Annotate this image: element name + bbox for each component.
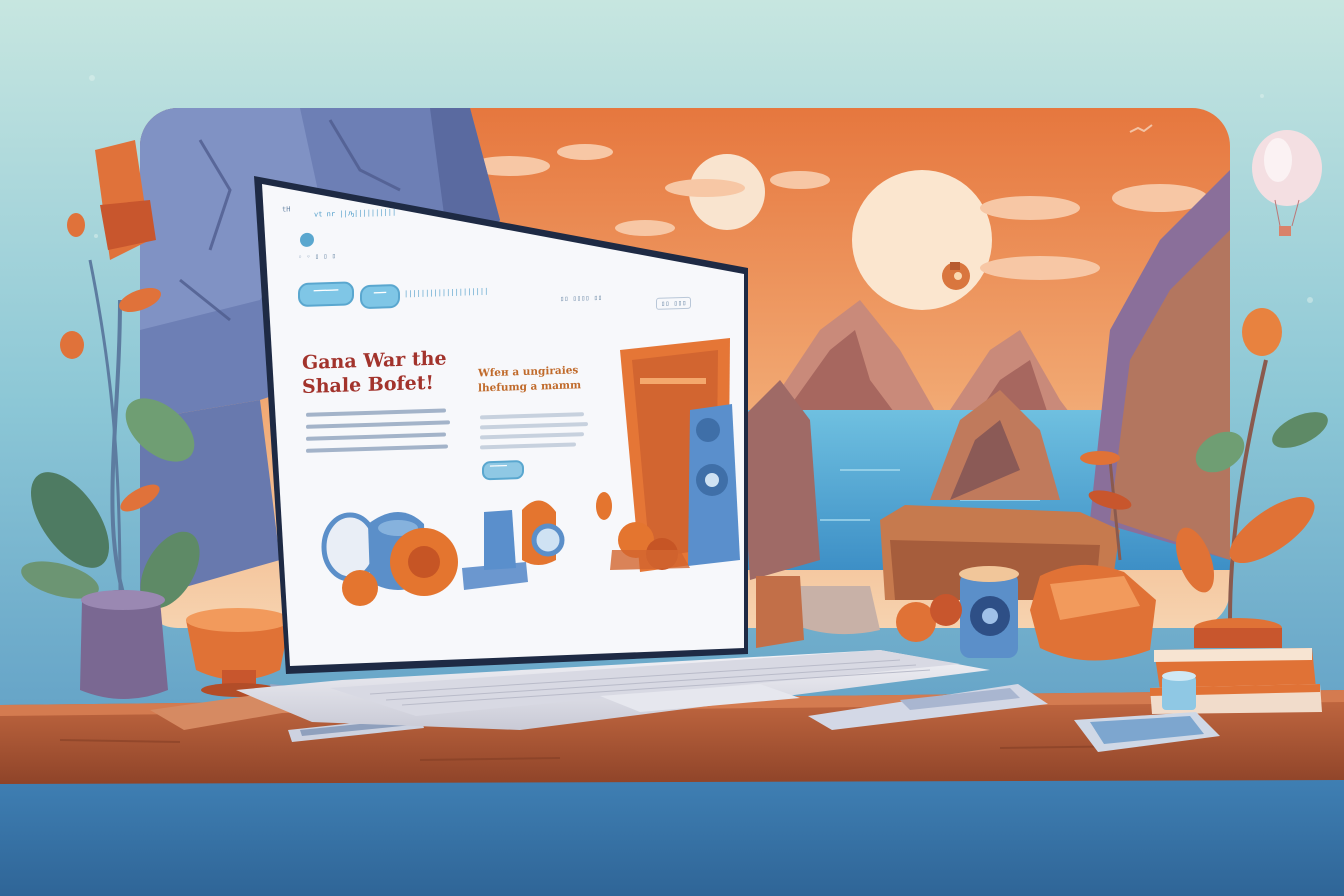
nav-link[interactable]: |||||||||||||||||||| <box>404 287 488 298</box>
robot-icon <box>942 262 970 290</box>
search-input[interactable]: ▯▯ ▯▯▯ <box>656 296 692 310</box>
browser-logo-icon[interactable] <box>300 232 314 248</box>
hero-cta-button[interactable]: ▔▔▔▔ <box>482 460 524 481</box>
nav-button-secondary[interactable]: ▔▔ <box>360 283 400 310</box>
browser-tabs[interactable]: vt nr ||ԡ|||||||||| <box>314 208 396 219</box>
hero-subtitle: Wfeн a ungiraies lhefumg a mamm <box>478 364 582 395</box>
speaker-icon <box>959 566 1019 658</box>
laptop-screen-website: tH vt nr ||ԡ|||||||||| ◦ ◦ ▯ ▯ ▯ ▔▔▔▔ ▔▔… <box>270 181 746 651</box>
browser-topbar-left: tH <box>282 205 291 214</box>
nav-right-links[interactable]: ▯▯ ▯▯▯▯ ▯▯ <box>560 294 602 303</box>
address-bar[interactable]: ◦ ◦ ▯ ▯ ▯ <box>298 252 336 261</box>
hero-title: Gana War the Shale Bofet! <box>302 347 447 398</box>
nav-button-primary[interactable]: ▔▔▔▔ <box>298 281 354 308</box>
